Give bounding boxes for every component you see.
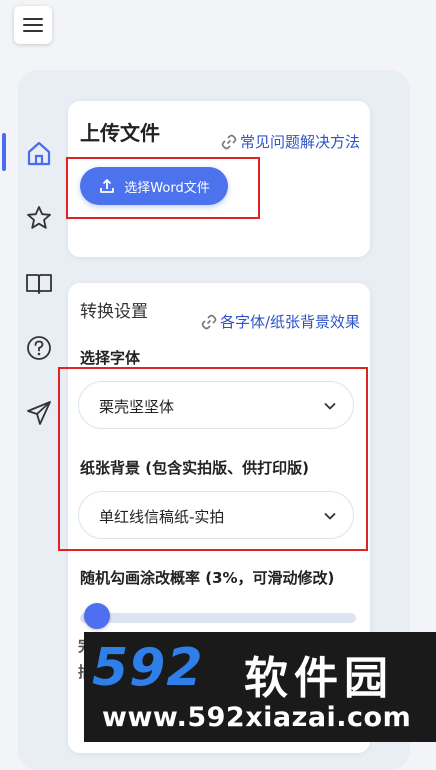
- home-icon[interactable]: [24, 138, 54, 168]
- watermark: 592 软件园 www.592xiazai.com: [84, 632, 436, 742]
- send-icon[interactable]: [24, 398, 54, 428]
- watermark-name: 软件园: [244, 653, 394, 704]
- help-icon[interactable]: [24, 333, 54, 363]
- watermark-url: www.592xiazai.com: [102, 702, 412, 733]
- side-nav-rail: [0, 0, 60, 742]
- star-icon[interactable]: [24, 203, 54, 233]
- doodle-label: 随机勾画涂改概率 (3%，可滑动修改): [80, 569, 335, 587]
- highlight-box-upload: [66, 157, 260, 219]
- link-icon: [221, 134, 237, 149]
- doodle-slider-thumb[interactable]: [84, 603, 110, 629]
- upload-title: 上传文件: [80, 121, 160, 145]
- settings-title: 转换设置: [80, 302, 148, 322]
- watermark-logo: 592: [92, 638, 204, 698]
- doodle-slider-track[interactable]: [80, 613, 356, 623]
- faq-link-label: 常见问题解决方法: [239, 133, 360, 151]
- effects-link-label: 各字体/纸张背景效果: [219, 313, 360, 331]
- effects-link[interactable]: 各字体/纸张背景效果: [200, 311, 360, 332]
- active-indicator: [2, 133, 6, 171]
- font-label: 选择字体: [80, 349, 141, 367]
- link-icon: [201, 314, 217, 329]
- highlight-box-settings: [58, 367, 368, 551]
- faq-link[interactable]: 常见问题解决方法: [220, 131, 360, 152]
- book-icon[interactable]: [24, 268, 54, 298]
